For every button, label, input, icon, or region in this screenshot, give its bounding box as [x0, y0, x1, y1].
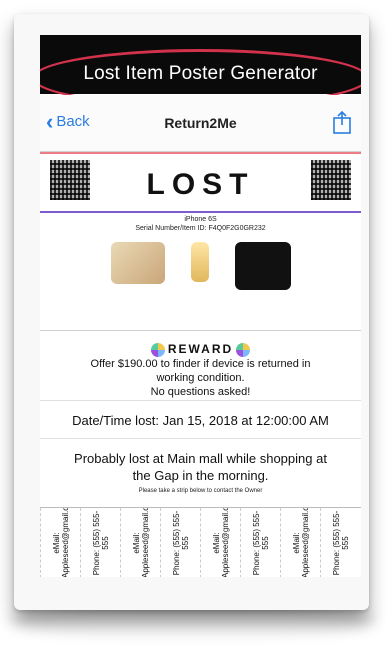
tabs-hint: Please take a strip below to contact the… [138, 488, 263, 494]
tear-tab[interactable]: Phone: (555) 555-555 [160, 508, 200, 577]
tab-phone: Phone: (555) 555-555 [331, 510, 350, 576]
tear-tab[interactable]: Phone: (555) 555-555 [320, 508, 360, 577]
tab-phone: Phone: (555) 555-555 [251, 510, 270, 576]
tab-phone: Phone: (555) 555-555 [91, 510, 110, 576]
tear-tab[interactable]: eMail: Appleseed@gmail.com [120, 508, 160, 577]
divider-3 [40, 438, 361, 439]
tab-email: eMail: Appleseed@gmail.com [51, 508, 70, 577]
tear-tab[interactable]: Phone: (555) 555-555 [240, 508, 280, 577]
location-line-2: the Gap in the morning. [132, 468, 269, 483]
reward-title: REWARD [167, 342, 234, 356]
reward-line-2: working condition. [156, 372, 245, 384]
tab-phone: Phone: (555) 555-555 [171, 510, 190, 576]
device-photo-3 [235, 242, 291, 290]
tear-tab[interactable]: eMail: Appleseed@gmail.com [280, 508, 320, 577]
reward-line-1: Offer $190.00 to finder if device is ret… [90, 358, 311, 370]
medal-icon [236, 343, 251, 358]
poster-content: LOST iPhone 6S Serial Number/Item ID: F4… [40, 152, 361, 577]
tab-email: eMail: Appleseed@gmail.com [211, 508, 230, 577]
divider-1 [40, 330, 361, 331]
location-line-1: Probably lost at Main mall while shoppin… [74, 451, 327, 466]
tab-email: eMail: Appleseed@gmail.com [291, 508, 310, 577]
tear-tab[interactable]: eMail: Appleseed@gmail.com [200, 508, 240, 577]
poster-top-rule [40, 152, 361, 154]
reward-heading: REWARD [40, 342, 361, 358]
tear-tab[interactable]: eMail: Appleseed@gmail.com [40, 508, 80, 577]
device-name: iPhone 6S [184, 216, 217, 223]
device-photo-2 [191, 242, 209, 282]
medal-icon [150, 343, 165, 358]
nav-title: Return2Me [164, 115, 237, 131]
divider-2 [40, 400, 361, 401]
tear-off-tabs: eMail: Appleseed@gmail.com Phone: (555) … [40, 507, 361, 577]
nav-bar: ‹ Back Return2Me [40, 95, 361, 152]
tear-tab[interactable]: Phone: (555) 555-555 [80, 508, 120, 577]
reward-line-3: No questions asked! [150, 386, 251, 398]
tab-email: eMail: Appleseed@gmail.com [131, 508, 150, 577]
poster-sub-rule [40, 211, 361, 213]
lost-headline: LOST [146, 168, 255, 201]
share-icon[interactable] [331, 109, 353, 135]
date-time-lost: Date/Time lost: Jan 15, 2018 at 12:00:00… [72, 413, 329, 428]
serial-number: Serial Number/Item ID: F4Q0F2G0GR232 [135, 225, 266, 232]
title-bar: Lost Item Poster Generator [40, 35, 361, 107]
phone-screen: Lost Item Poster Generator ‹ Back Return… [40, 35, 361, 577]
device-photo-1 [111, 242, 165, 284]
